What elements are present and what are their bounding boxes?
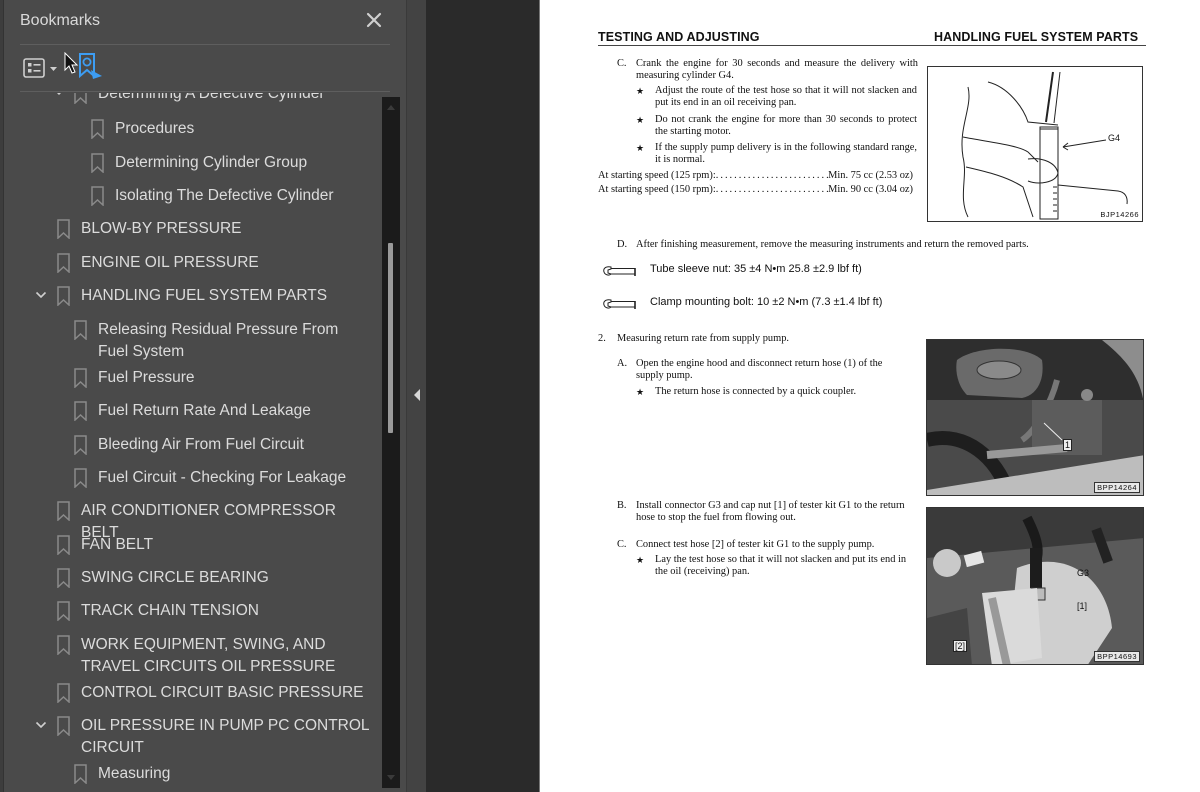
bookmark-label: Determining A Defective Cylinder [98, 93, 325, 102]
illustration-measuring-cylinder [961, 71, 1128, 220]
bookmark-icon [74, 368, 87, 388]
bookmark-label: Isolating The Defective Cylinder [115, 187, 334, 204]
bookmark-label: Measuring [98, 765, 171, 782]
list-options-icon [23, 58, 57, 78]
figure-callout: G4 [1108, 133, 1121, 143]
header-rule [598, 45, 1146, 46]
step-c-crank: C. Crank the engine for 30 seconds and m… [617, 58, 918, 82]
spec-row: At starting speed (125 rpm): Min. 75 cc … [598, 170, 913, 182]
close-icon [366, 12, 382, 28]
bookmark-label: Fuel Return Rate And Leakage [98, 402, 311, 419]
bookmark-icon [57, 219, 70, 239]
scrollbar-thumb[interactable] [388, 243, 393, 433]
panel-splitter[interactable] [406, 0, 426, 792]
figure-measuring-cylinder: G4 BJP14266 [927, 66, 1143, 222]
torque-wrench-icon [603, 266, 636, 276]
spec-row: At starting speed (150 rpm): Min. 90 cc … [598, 184, 913, 196]
bookmark-icon [57, 501, 70, 521]
bookmark-label: Releasing Residual Pressure From Fuel Sy… [98, 321, 339, 360]
chevron-down-icon[interactable] [34, 718, 48, 732]
figure-callout: 1 [1063, 439, 1073, 451]
figure-code: BJP14266 [1100, 210, 1139, 219]
bookmark-icon [57, 286, 70, 306]
photo-return-hose [927, 340, 1143, 495]
bookmark-icon [57, 683, 70, 703]
scroll-up-icon[interactable] [386, 103, 396, 111]
torque-wrench-icon [603, 299, 636, 309]
chevron-down-icon [50, 67, 57, 71]
bookmark-options-button[interactable] [22, 57, 62, 81]
chevron-down-icon[interactable] [52, 93, 66, 100]
bookmark-label: BLOW-BY PRESSURE [81, 220, 242, 237]
bookmark-icon [57, 535, 70, 555]
find-current-bookmark-icon [79, 53, 102, 79]
bookmark-label: WORK EQUIPMENT, SWING, AND TRAVEL CIRCUI… [81, 636, 336, 675]
bookmark-label: Determining Cylinder Group [115, 154, 308, 171]
panel-toolbar [20, 46, 390, 92]
collapse-panel-icon[interactable] [413, 388, 421, 402]
figure-return-hose-photo: 1 BPP14264 [926, 339, 1144, 496]
bookmark-icon [57, 635, 70, 655]
bookmark-label: FAN BELT [81, 536, 154, 553]
bookmark-icon [74, 468, 87, 488]
bookmarks-scrollbar[interactable] [382, 97, 400, 788]
bookmark-icon [91, 153, 104, 173]
bookmark-icon [74, 93, 87, 104]
bookmark-label: HANDLING FUEL SYSTEM PARTS [81, 287, 328, 304]
figure-callout: [1] [1077, 601, 1088, 611]
bookmark-icon [91, 119, 104, 139]
close-panel-button[interactable] [364, 10, 384, 30]
panel-title: Bookmarks [20, 12, 101, 29]
bookmark-icon [57, 716, 70, 736]
bookmark-label: Procedures [115, 120, 195, 137]
bookmark-icon [74, 764, 87, 784]
scroll-down-icon[interactable] [386, 774, 396, 782]
bookmark-label: ENGINE OIL PRESSURE [81, 254, 259, 271]
figure-code: BPP14264 [1094, 482, 1140, 493]
figure-callout: [2] [953, 640, 968, 652]
page-header-section: TESTING AND ADJUSTING [598, 30, 760, 44]
bookmark-tree: Determining A Defective Cylinder Procedu… [4, 93, 382, 792]
figure-callout: G3 [1077, 568, 1090, 578]
torque-spec: Clamp mounting bolt: 10 ±2 N•m (7.3 ±1.4… [602, 296, 932, 312]
bookmark-label: OIL PRESSURE IN PUMP PC CONTROL CIRCUIT [81, 717, 369, 756]
bookmark-icon [57, 601, 70, 621]
figure-tester-kit-photo: G3 [1] [2] BPP14693 [926, 507, 1144, 665]
chevron-down-icon[interactable] [34, 288, 48, 302]
bookmark-icon [57, 568, 70, 588]
find-current-bookmark-button[interactable] [78, 52, 104, 82]
bookmark-label: Fuel Pressure [98, 369, 195, 386]
bookmark-icon [57, 253, 70, 273]
document-viewport[interactable]: TESTING AND ADJUSTING HANDLING FUEL SYST… [426, 0, 1200, 792]
bookmark-icon [74, 320, 87, 340]
bookmark-icon [91, 186, 104, 206]
torque-spec: Tube sleeve nut: 35 ±4 N•m 25.8 ±2.9 lbf… [602, 263, 932, 279]
bookmarks-panel: Bookmarks Determining A Defective Cylind… [4, 0, 406, 792]
page-header-topic: HANDLING FUEL SYSTEM PARTS [934, 30, 1139, 44]
bookmark-label: Fuel Circuit - Checking For Leakage [98, 469, 347, 486]
pdf-page: TESTING AND ADJUSTING HANDLING FUEL SYST… [539, 0, 1200, 792]
panel-header: Bookmarks [20, 0, 390, 45]
figure-code: BPP14693 [1094, 651, 1140, 662]
bookmark-label: TRACK CHAIN TENSION [81, 602, 259, 619]
bookmark-icon [74, 401, 87, 421]
bookmark-label: CONTROL CIRCUIT BASIC PRESSURE [81, 684, 364, 701]
bookmark-icon [74, 435, 87, 455]
bookmark-label: Bleeding Air From Fuel Circuit [98, 436, 304, 453]
bookmark-label: SWING CIRCLE BEARING [81, 569, 269, 586]
